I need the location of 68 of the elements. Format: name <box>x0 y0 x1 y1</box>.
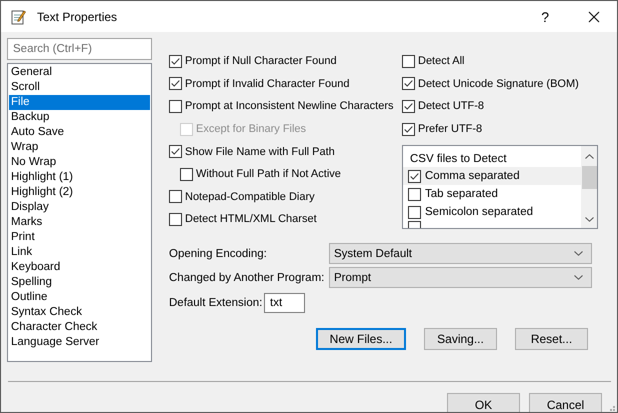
dropdown[interactable]: System Default <box>329 243 592 264</box>
category-item[interactable]: Display <box>9 200 150 215</box>
option-label: Prompt if Invalid Character Found <box>185 78 350 90</box>
dialog-button[interactable]: Cancel <box>529 393 602 412</box>
help-button[interactable]: ? <box>537 8 553 24</box>
option-label: Detect UTF-8 <box>418 100 484 112</box>
category-item[interactable]: Wrap <box>9 140 150 155</box>
category-item[interactable]: Language Server <box>9 335 150 350</box>
checkbox[interactable] <box>169 100 182 113</box>
checkbox[interactable] <box>169 77 182 90</box>
option-label: Except for Binary Files <box>196 123 306 136</box>
field-label: Opening Encoding: <box>169 248 268 260</box>
option-label: Notepad-Compatible Diary <box>185 190 315 203</box>
category-item[interactable]: Character Check <box>9 320 150 335</box>
checkbox[interactable] <box>402 100 415 113</box>
checkbox[interactable] <box>169 190 182 204</box>
checkbox[interactable] <box>169 212 182 226</box>
input-field[interactable]: txt <box>264 293 305 314</box>
option-label: Detect All <box>418 55 464 68</box>
list-header: CSV files to Detect <box>409 152 508 168</box>
checkbox[interactable] <box>402 77 415 90</box>
notepad-icon <box>10 8 26 24</box>
option-label: Prompt if Null Character Found <box>185 55 337 68</box>
window-title: Text Properties <box>37 10 118 24</box>
category-item[interactable]: Keyboard <box>9 260 150 275</box>
action-button[interactable]: New Files... <box>316 328 406 350</box>
dialog-button[interactable]: OK <box>447 393 520 412</box>
scrollbar[interactable] <box>581 146 597 228</box>
dropdown[interactable]: Prompt <box>329 267 592 288</box>
category-item[interactable]: Highlight (1) <box>9 170 150 185</box>
checkbox[interactable] <box>408 170 421 183</box>
close-icon[interactable] <box>588 10 600 22</box>
option-label: Prompt at Inconsistent Newline Characters <box>185 100 394 112</box>
option-label: Prefer UTF-8 <box>418 123 482 136</box>
category-item[interactable]: Backup <box>9 110 150 125</box>
category-item[interactable]: Highlight (2) <box>9 185 150 200</box>
action-button[interactable]: Saving... <box>424 328 497 350</box>
option-label: Detect Unicode Signature (BOM) <box>418 78 579 90</box>
category-item[interactable]: Link <box>9 245 150 260</box>
category-item[interactable]: Marks <box>9 215 150 230</box>
category-item[interactable]: Outline <box>9 290 150 305</box>
checkbox[interactable] <box>408 188 421 201</box>
field-label: Default Extension: <box>169 297 264 310</box>
category-item[interactable]: File <box>9 95 150 110</box>
category-item[interactable]: Scroll <box>9 80 150 95</box>
category-item[interactable]: No Wrap <box>9 155 150 170</box>
category-item[interactable]: Print <box>9 230 150 245</box>
list-item[interactable]: Comma separated <box>403 167 581 186</box>
checkbox[interactable] <box>180 168 193 181</box>
option-label: Show File Name with Full Path <box>185 146 335 158</box>
category-item[interactable]: Auto Save <box>9 125 150 140</box>
category-item[interactable]: Spelling <box>9 275 150 290</box>
checkbox[interactable] <box>402 54 415 68</box>
chevron-down-icon <box>574 275 583 280</box>
option-label: Without Full Path if Not Active <box>196 168 341 180</box>
field-label: Changed by Another Program: <box>169 272 326 284</box>
chevron-down-icon <box>574 251 583 256</box>
checkbox[interactable] <box>169 54 182 68</box>
category-item[interactable]: Syntax Check <box>9 305 150 320</box>
option-label: Detect HTML/XML Charset <box>185 213 317 226</box>
search-field[interactable]: Search (Ctrl+F) <box>7 38 152 60</box>
checkbox[interactable] <box>169 145 182 158</box>
action-button[interactable]: Reset... <box>515 328 588 350</box>
category-item[interactable]: General <box>9 65 150 80</box>
list-item[interactable]: Semicolon separated <box>403 203 581 222</box>
checkbox[interactable] <box>402 122 415 136</box>
checkbox[interactable] <box>408 206 421 219</box>
list-item[interactable]: Tab separated <box>403 185 581 204</box>
